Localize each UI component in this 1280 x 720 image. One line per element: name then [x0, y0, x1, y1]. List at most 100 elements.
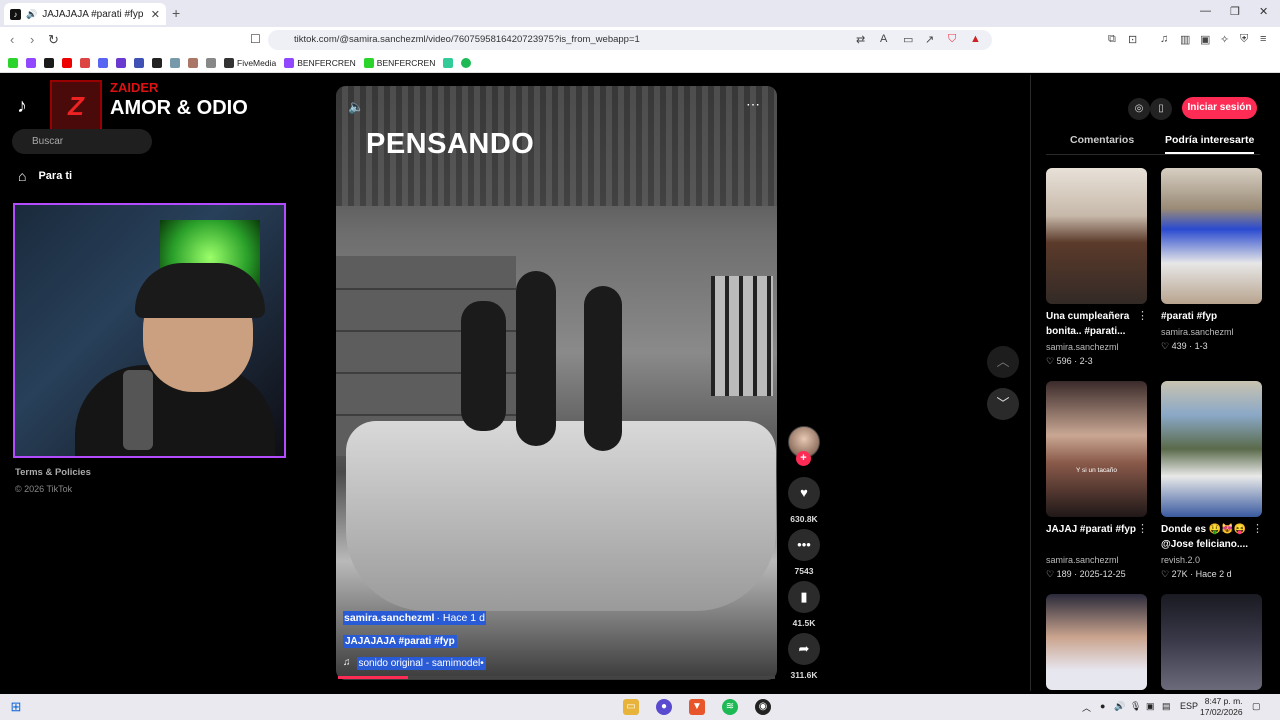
recommended-thumbnail[interactable]	[1161, 381, 1262, 517]
bookmark-cookie-icon[interactable]	[188, 57, 198, 68]
ai-icon[interactable]: ✧	[1220, 33, 1229, 46]
browser-tab[interactable]: ♪ 🔊 JAJAJAJA #parati #fyp | TikTok ✕	[4, 3, 166, 25]
bookmark-globe-icon[interactable]	[170, 57, 180, 68]
wallet-icon[interactable]: ▣	[1200, 33, 1210, 46]
mobile-icon[interactable]: ▯	[1150, 98, 1172, 120]
language-icon[interactable]: A	[880, 33, 887, 45]
login-button[interactable]: Iniciar sesión	[1182, 97, 1257, 119]
new-tab-button[interactable]: +	[172, 5, 180, 21]
close-tab-icon[interactable]: ✕	[151, 8, 160, 21]
volume-tray-icon[interactable]: 🔊	[1114, 701, 1125, 712]
video-sound[interactable]: sonido original - samimodel•	[356, 657, 486, 670]
recommended-thumbnail[interactable]	[1046, 168, 1147, 304]
bookmark-kick2-icon[interactable]	[44, 57, 54, 68]
sidebar-icon[interactable]: ▥	[1180, 33, 1190, 46]
volume-icon[interactable]: 🔈	[348, 99, 364, 115]
bookmark-app2-icon[interactable]	[134, 57, 144, 68]
bookmark-youtube-icon[interactable]	[62, 57, 72, 68]
rewards-icon[interactable]: ▲	[970, 33, 981, 45]
discord-taskbar-icon[interactable]: ●	[656, 699, 672, 715]
bookmark-app-icon[interactable]	[116, 57, 126, 68]
translate-icon[interactable]: ⇄	[856, 33, 865, 46]
speaker-icon[interactable]: 🔊	[26, 9, 37, 20]
bookmark-icon[interactable]: ☐	[250, 32, 261, 46]
card-more-icon[interactable]: ⋮	[1137, 309, 1148, 322]
tiktok-logo-icon[interactable]: ♪	[17, 95, 27, 118]
card-author[interactable]: revish.2.0	[1161, 555, 1200, 565]
extensions-icon[interactable]: ⧉	[1108, 33, 1116, 46]
bookmark-benfercren-kick[interactable]: BENFERCREN	[363, 57, 435, 68]
like-button[interactable]: ♥	[788, 477, 820, 509]
tray-expand-icon[interactable]: ︿	[1082, 701, 1091, 714]
windows-start-icon[interactable]: ⊞	[8, 699, 24, 715]
sidebar-item-parati[interactable]: ⌂ Para ti	[18, 168, 72, 184]
brave-taskbar-icon[interactable]: ▼	[689, 699, 705, 715]
bookmark-github-icon[interactable]	[206, 57, 216, 68]
bookmark-benfercren-twitch[interactable]: BENFERCREN	[284, 57, 356, 68]
card-title[interactable]: Una cumpleañera bonita.. #parati...	[1046, 309, 1140, 339]
file-explorer-icon[interactable]: ▭	[623, 699, 639, 715]
screenshot-icon[interactable]: ⊡	[1128, 33, 1137, 46]
compass-icon[interactable]: ◎	[1128, 98, 1150, 120]
reload-icon[interactable]: ↻	[48, 32, 59, 48]
bookmark-twitch-icon[interactable]	[26, 57, 36, 68]
taskbar-clock[interactable]: 8:47 p. m. 17/02/2026	[1200, 696, 1243, 718]
share-icon[interactable]: ↗	[925, 33, 934, 46]
card-more-icon[interactable]: ⋮	[1137, 522, 1148, 535]
card-more-icon[interactable]: ⋮	[1252, 522, 1263, 535]
share-button[interactable]: ➦	[788, 633, 820, 665]
card-author[interactable]: samira.sanchezml	[1161, 327, 1234, 337]
tab-comments[interactable]: Comentarios	[1070, 134, 1134, 146]
more-options-icon[interactable]: ⋯	[746, 96, 760, 113]
bookmark-chat-icon[interactable]	[443, 57, 454, 68]
bookmark-spotify-icon[interactable]	[461, 57, 472, 68]
camera-tray-icon[interactable]: ▤	[1162, 701, 1171, 712]
heart-icon: ♥	[800, 485, 808, 500]
bookmark-download-icon[interactable]	[152, 57, 162, 68]
tray-app-icon[interactable]: ●	[1100, 701, 1105, 711]
card-title[interactable]: #parati #fyp	[1161, 309, 1255, 324]
card-author[interactable]: samira.sanchezml	[1046, 342, 1119, 352]
recommended-thumbnail[interactable]	[1046, 594, 1147, 690]
menu-icon[interactable]: ≡	[1260, 33, 1266, 45]
mic-tray-icon[interactable]: 🎙	[1130, 701, 1141, 712]
card-title[interactable]: Donde es 🤑😻😝 @Jose feliciano....	[1161, 522, 1255, 552]
recommended-thumbnail[interactable]: Y si un tacaño	[1046, 381, 1147, 517]
bookmark-fivemedia[interactable]: FiveMedia	[224, 57, 276, 68]
card-author[interactable]: samira.sanchezml	[1046, 555, 1119, 565]
back-icon[interactable]: ‹	[10, 32, 14, 47]
follow-plus-icon[interactable]: +	[796, 451, 811, 466]
recommended-thumbnail[interactable]	[1161, 594, 1262, 690]
bookmark-gmail-icon[interactable]	[80, 57, 90, 68]
bookmark-kick-icon[interactable]	[8, 57, 18, 68]
footer-terms-link[interactable]: Terms & Policies	[15, 467, 91, 478]
bookmark-discord-icon[interactable]	[98, 57, 108, 68]
card-meta-text: 439 · 1-3	[1171, 341, 1208, 351]
next-video-button[interactable]: ﹀	[987, 388, 1019, 420]
shield-icon[interactable]: ⛉	[948, 33, 956, 46]
comment-button[interactable]: •••	[788, 529, 820, 561]
spotify-taskbar-icon[interactable]: ≋	[722, 699, 738, 715]
obs-taskbar-icon[interactable]: ◉	[755, 699, 771, 715]
card-title[interactable]: JAJAJ #parati #fyp	[1046, 522, 1140, 537]
recommended-thumbnail[interactable]	[1161, 168, 1262, 304]
close-window-button[interactable]: ✕	[1259, 5, 1268, 18]
search-input[interactable]: Buscar	[12, 129, 152, 154]
forward-icon[interactable]: ›	[30, 32, 34, 47]
tab-interest[interactable]: Podría interesarte	[1165, 134, 1255, 154]
restore-button[interactable]: ❐	[1230, 5, 1240, 18]
video-author[interactable]: samira.sanchezml	[343, 611, 436, 625]
minimize-button[interactable]: —	[1200, 5, 1211, 17]
save-button[interactable]: ▮	[788, 581, 820, 613]
vpn-icon[interactable]: ⛨	[1240, 33, 1248, 46]
video-player[interactable]	[336, 86, 777, 680]
notification-icon[interactable]: ▢	[1252, 701, 1261, 712]
cast-icon[interactable]: ▭	[903, 33, 913, 46]
chevron-down-icon: ﹀	[996, 396, 1010, 411]
video-progress-bar[interactable]	[338, 676, 775, 679]
previous-video-button[interactable]: ︿	[987, 346, 1019, 378]
network-tray-icon[interactable]: ▣	[1146, 701, 1155, 712]
tab-title: JAJAJAJA #parati #fyp | TikTok	[42, 8, 146, 20]
language-indicator[interactable]: ESP	[1180, 701, 1198, 711]
media-icon[interactable]: ♫	[1160, 33, 1168, 45]
